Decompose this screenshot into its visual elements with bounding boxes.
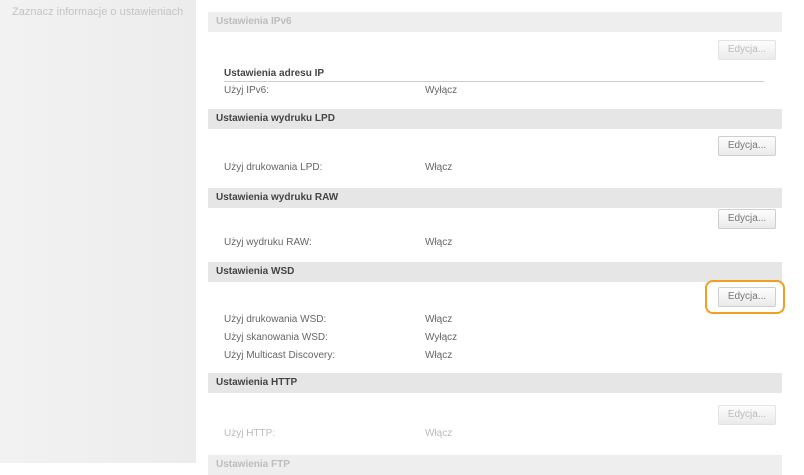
edit-button-wsd[interactable]: Edycja... (718, 287, 776, 307)
sidebar-hint: Zaznacz informacje o ustawieniach (12, 6, 184, 18)
row-label: Użyj wydruku RAW: (224, 237, 312, 248)
section-header-ipv6: Ustawienia IPv6 (208, 12, 782, 32)
row-label: Użyj Multicast Discovery: (224, 350, 336, 361)
subheader-ip-address: Ustawienia adresu IP (224, 67, 764, 82)
row-value: Włącz (425, 350, 453, 361)
section-header-raw: Ustawienia wydruku RAW (208, 188, 782, 208)
section-header-wsd: Ustawienia WSD (208, 262, 782, 282)
row-use-ipv6: Użyj IPv6: Wyłącz (224, 84, 764, 98)
edit-button-ipv6[interactable]: Edycja... (718, 40, 776, 60)
row-use-wsd-printing: Użyj drukowania WSD: Włącz (224, 313, 764, 327)
section-header-http: Ustawienia HTTP (208, 373, 782, 393)
row-value: Włącz (425, 314, 453, 325)
row-value: Wyłącz (425, 85, 458, 96)
row-value: Włącz (425, 428, 453, 439)
sidebar: Zaznacz informacje o ustawieniach (0, 0, 196, 463)
row-label: Użyj drukowania WSD: (224, 314, 327, 325)
settings-main: Ustawienia IPv6 Edycja... Ustawienia adr… (208, 0, 785, 475)
row-value: Wyłącz (425, 332, 458, 343)
row-use-wsd-scanning: Użyj skanowania WSD: Wyłącz (224, 331, 764, 345)
row-label: Użyj skanowania WSD: (224, 332, 328, 343)
row-label: Użyj drukowania LPD: (224, 162, 323, 173)
section-header-lpd: Ustawienia wydruku LPD (208, 109, 782, 129)
edit-button-lpd[interactable]: Edycja... (718, 136, 776, 156)
row-use-multicast-discovery: Użyj Multicast Discovery: Włącz (224, 349, 764, 363)
row-value: Włącz (425, 162, 453, 173)
row-use-http: Użyj HTTP: Włącz (224, 427, 764, 441)
row-label: Użyj IPv6: (224, 85, 270, 96)
row-label: Użyj HTTP: (224, 428, 276, 439)
edit-button-raw[interactable]: Edycja... (718, 209, 776, 229)
row-value: Włącz (425, 237, 453, 248)
edit-button-http[interactable]: Edycja... (718, 405, 776, 425)
row-use-lpd: Użyj drukowania LPD: Włącz (224, 161, 764, 175)
row-use-raw: Użyj wydruku RAW: Włącz (224, 236, 764, 250)
section-header-next: Ustawienia FTP (208, 455, 782, 475)
